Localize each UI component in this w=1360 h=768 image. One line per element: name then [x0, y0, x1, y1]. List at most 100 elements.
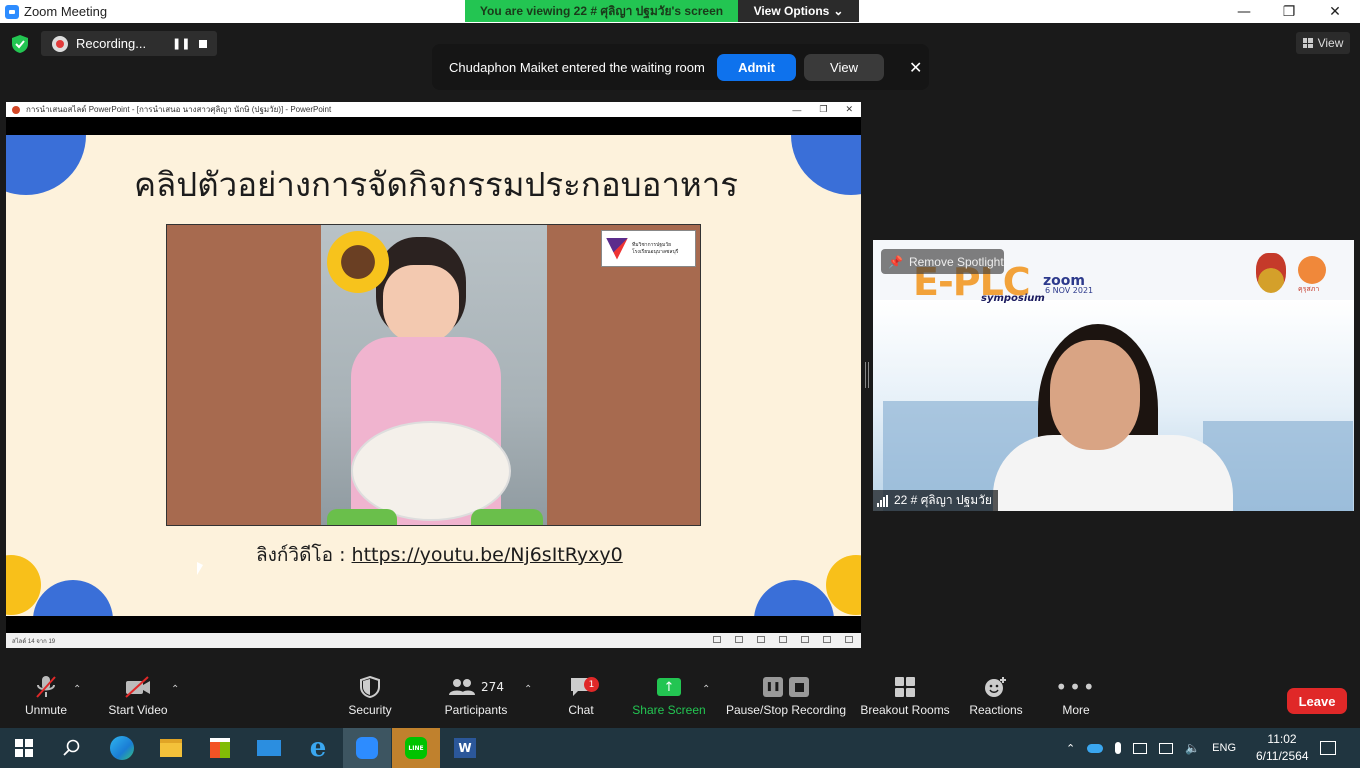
- slide-counter: สไลด์ 14 จาก 19: [12, 638, 56, 645]
- normal-view-icon: [779, 636, 787, 643]
- mail-icon: [257, 740, 281, 756]
- sunflower-sticker: [327, 231, 389, 293]
- network-icon[interactable]: [1159, 742, 1174, 754]
- security-button[interactable]: Security: [345, 671, 395, 728]
- remove-spotlight-button[interactable]: 📌 Remove Spotlight: [881, 249, 1004, 274]
- participant-name-tag: 22 # ศุลิญา ปฐมวัย: [873, 490, 998, 511]
- video-link[interactable]: https://youtu.be/Nj6sItRyxy0: [352, 544, 623, 566]
- system-clock[interactable]: 11:02 6/11/2564: [1256, 731, 1309, 765]
- pause-slide-icon: [735, 636, 743, 643]
- school-logo: ทีมวิชาการปฐมวัย โรงเรียนอนุบาลชลบุรี: [601, 230, 696, 267]
- encryption-shield-icon[interactable]: [12, 35, 28, 53]
- chevron-down-icon: ⌄: [833, 4, 844, 18]
- zoom-taskbar-icon: [356, 737, 378, 759]
- video-off-icon: [125, 676, 150, 698]
- taskbar-edge[interactable]: [98, 728, 146, 768]
- unmute-button[interactable]: Unmute: [20, 671, 72, 728]
- pause-stop-recording-button[interactable]: ❚❚ Pause/Stop Recording: [725, 671, 847, 728]
- clock-date: 6/11/2564: [1256, 749, 1309, 763]
- breakout-rooms-button[interactable]: Breakout Rooms: [860, 671, 950, 728]
- video-frame: [321, 225, 547, 525]
- recording-indicator: Recording... ❚❚: [41, 31, 217, 56]
- slide-title: คลิปตัวอย่างการจัดกิจกรรมประกอบอาหาร: [133, 165, 738, 204]
- audio-options-chevron-icon[interactable]: ⌃: [73, 684, 81, 695]
- embedded-video[interactable]: ทีมวิชาการปฐมวัย โรงเรียนอนุบาลชลบุรี: [166, 224, 701, 526]
- view-options-button[interactable]: View Options ⌄: [738, 0, 859, 22]
- taskbar-mail[interactable]: [245, 728, 293, 768]
- split-divider-handle[interactable]: [865, 362, 869, 388]
- participants-button[interactable]: 274 Participants: [441, 671, 511, 728]
- start-video-button[interactable]: Start Video: [106, 671, 170, 728]
- breakout-rooms-icon: [895, 677, 915, 697]
- search-button[interactable]: [48, 728, 96, 768]
- pause-recording-icon[interactable]: ❚❚: [172, 37, 190, 50]
- taskbar-store[interactable]: [196, 728, 244, 768]
- start-video-label: Start Video: [108, 703, 168, 717]
- windows-logo-icon: [15, 739, 33, 757]
- powerpoint-title: การนำเสนอสไลด์ PowerPoint - [การนำเสนอ น…: [26, 105, 332, 114]
- maximize-button[interactable]: ❐: [1266, 0, 1312, 23]
- notifications-button[interactable]: [1304, 728, 1352, 768]
- view-options-label: View Options: [753, 4, 830, 18]
- stop-recording-icon[interactable]: [199, 39, 207, 48]
- kurusapha-logo-icon: [1298, 256, 1326, 284]
- windows-taskbar: e LINE W ⌃ 🔈 ENG 11:02 6/11/2564: [0, 728, 1360, 768]
- volume-icon[interactable]: 🔈: [1185, 741, 1200, 755]
- view-layout-label: View: [1317, 36, 1344, 50]
- pp-close-icon: ✕: [845, 104, 853, 114]
- mouse-cursor-icon: [197, 562, 203, 575]
- share-screen-label: Share Screen: [632, 703, 706, 717]
- recording-dot-icon: [52, 35, 68, 52]
- chat-label: Chat: [568, 703, 594, 717]
- close-window-button[interactable]: ✕: [1312, 0, 1358, 23]
- viewing-banner: You are viewing 22 # ศุลิญา ปฐมวัย's scr…: [465, 0, 859, 22]
- language-indicator[interactable]: ENG: [1212, 742, 1236, 754]
- recording-label: Recording...: [76, 36, 147, 51]
- video-options-chevron-icon[interactable]: ⌃: [171, 684, 179, 695]
- taskbar-ie[interactable]: e: [294, 728, 342, 768]
- participants-icon: [449, 679, 476, 695]
- unmute-label: Unmute: [24, 703, 68, 717]
- participant-name: 22 # ศุลิญา ปฐมวัย: [894, 493, 992, 507]
- start-button[interactable]: [0, 728, 48, 768]
- taskbar-line[interactable]: LINE: [392, 728, 440, 768]
- share-options-chevron-icon[interactable]: ⌃: [702, 684, 710, 695]
- onedrive-icon[interactable]: [1087, 743, 1104, 753]
- sorter-view-icon: [801, 636, 809, 643]
- taskbar-word[interactable]: W: [441, 728, 489, 768]
- show-hidden-icons-chevron-icon[interactable]: ⌃: [1066, 742, 1075, 755]
- participant-video-tile[interactable]: E-PLC symposium zoom 6 NOV 2021 คุรุสภา …: [873, 240, 1354, 511]
- smiley-plus-icon: [985, 677, 1006, 697]
- close-icon[interactable]: ✕: [909, 58, 922, 77]
- powerpoint-statusbar: สไลด์ 14 จาก 19: [6, 633, 861, 648]
- share-screen-button[interactable]: ↑ Share Screen: [632, 671, 706, 728]
- minimize-button[interactable]: —: [1221, 0, 1267, 23]
- university-seal-icon: [1256, 253, 1286, 293]
- participants-chevron-icon[interactable]: ⌃: [524, 684, 532, 695]
- leave-button[interactable]: Leave: [1287, 688, 1347, 714]
- reactions-button[interactable]: Reactions: [968, 671, 1024, 728]
- display-icon[interactable]: [1133, 742, 1148, 754]
- next-slide-icon: [757, 636, 765, 643]
- more-button[interactable]: ••• More: [1055, 671, 1096, 728]
- chat-unread-badge: 1: [584, 677, 599, 692]
- window-title: Zoom Meeting: [24, 4, 108, 19]
- link-label: ลิงก์วิดีโอ :: [256, 544, 352, 566]
- view-layout-button[interactable]: View: [1296, 32, 1350, 54]
- notification-icon: [1320, 741, 1336, 755]
- view-waiting-button[interactable]: View: [804, 53, 884, 81]
- pp-restore-icon: ❐: [819, 104, 828, 114]
- taskbar-file-explorer[interactable]: [147, 728, 195, 768]
- prev-slide-icon: [713, 636, 721, 643]
- taskbar-zoom[interactable]: [343, 728, 391, 768]
- mic-muted-icon: [36, 676, 56, 698]
- signal-bars-icon: [877, 494, 888, 507]
- breakout-rooms-label: Breakout Rooms: [860, 703, 950, 717]
- search-icon: [63, 739, 80, 756]
- participants-count: 274: [481, 680, 504, 694]
- admit-button[interactable]: Admit: [717, 53, 796, 81]
- event-subtitle: symposium: [981, 293, 1045, 304]
- microphone-icon[interactable]: [1115, 742, 1122, 754]
- decor-circle: [33, 580, 113, 616]
- powerpoint-icon: [12, 105, 20, 114]
